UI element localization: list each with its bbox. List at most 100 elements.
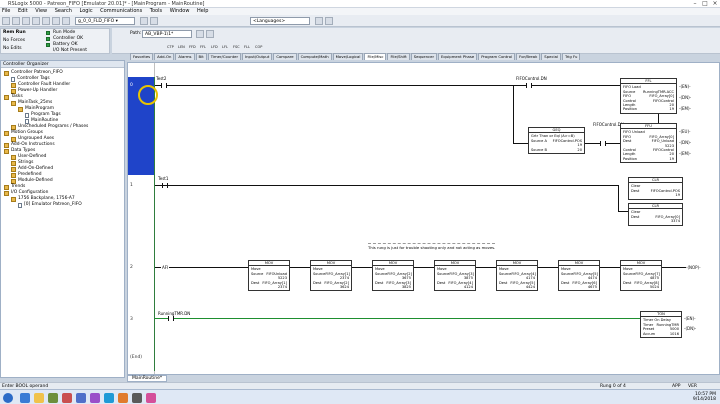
rung-1-xic-tag[interactable]: Test1 [158, 176, 168, 181]
instr-fll[interactable]: FLL [244, 45, 250, 50]
tree-item[interactable]: [0] Emulator Patreon_FIFO [18, 202, 82, 208]
ladder-editor[interactable]: 0 Test2 FIFOControl.DN GEQ Grtr Than or … [127, 62, 720, 375]
rung-0-xic2-contact[interactable] [600, 141, 606, 146]
emulator-icon[interactable] [90, 393, 100, 403]
afi-instruction[interactable]: AFI [161, 265, 170, 270]
paste-icon[interactable] [62, 17, 70, 25]
tab-alarms[interactable]: Alarms [175, 53, 195, 60]
geq-instruction-box[interactable]: GEQ Grtr Than or Eql (A>=B) Source A FIFO… [528, 127, 585, 155]
tab-equipment-phase[interactable]: Equipment Phase [438, 53, 478, 60]
explorer-icon[interactable] [34, 393, 44, 403]
instr-fsc[interactable]: FSC [233, 45, 240, 50]
menu-view[interactable]: View [35, 8, 47, 15]
search-icon[interactable] [315, 17, 323, 25]
language-search-input[interactable]: <Languages> [250, 17, 310, 25]
verify-icon[interactable] [140, 17, 148, 25]
tab-move-logical[interactable]: Move/Logical [332, 53, 364, 60]
rung-0-xio-tag[interactable]: FIFOControl.DN [516, 76, 547, 81]
tab-trig-functions[interactable]: Trig Fu [561, 53, 581, 60]
instr-ffl[interactable]: FFL [200, 45, 206, 50]
new-icon[interactable] [2, 17, 10, 25]
close-button[interactable]: × [710, 0, 720, 7]
ffl-instruction-box[interactable]: FFL FIFO Load Source RunningTMR.ACC FIFO F… [620, 78, 677, 114]
mov-row: 4124 [437, 285, 473, 289]
rslogix-icon[interactable] [104, 393, 114, 403]
maximize-button[interactable]: □ [700, 0, 710, 7]
menu-file[interactable]: File [2, 8, 10, 15]
rung-3-xio-tag[interactable]: RunningTMR.DN [158, 311, 190, 316]
mov-instruction-box[interactable]: MOV Move Source FIFO_Array[4] 4174 Dest FIFO_A… [496, 260, 538, 292]
path-input[interactable]: AB_VBP-1\1* [142, 30, 192, 38]
instr-cop[interactable]: COP [255, 45, 262, 50]
menu-window[interactable]: Window [170, 8, 190, 15]
ffu-dn-coil: -(DN)- [679, 140, 692, 145]
app-red-icon[interactable] [62, 393, 72, 403]
tab-favorites[interactable]: Favorites [130, 53, 154, 60]
minimize-button[interactable]: – [690, 0, 700, 7]
instr-lfl[interactable]: LFL [222, 45, 228, 50]
app-orange-icon[interactable] [118, 393, 128, 403]
mov-instruction-box[interactable]: MOV Move Source FIFOUnload 5223 Dest FIFO_Arra… [248, 260, 290, 292]
open-icon[interactable] [12, 17, 20, 25]
save-icon[interactable] [22, 17, 30, 25]
app-pink-icon[interactable] [146, 393, 156, 403]
instr-ctp[interactable]: CTP [167, 45, 174, 50]
ie-icon[interactable] [20, 393, 30, 403]
copy-icon[interactable] [52, 17, 60, 25]
run-mode-label: Run Mode [53, 30, 76, 35]
routine-select[interactable]: g_0_0_FLD_FIFO ▾ [75, 17, 135, 25]
folder-icon [11, 82, 16, 88]
clr-instruction-box-1[interactable]: CLR Clear Dest FIFOControl.POS 19 [628, 177, 683, 200]
tab-compare[interactable]: Compare [273, 53, 297, 60]
zoom-icon[interactable] [150, 17, 158, 25]
tab-program-control[interactable]: Program Control [478, 53, 516, 60]
tab-file-misc[interactable]: File/Misc [364, 53, 387, 60]
rung-2-number: 2 [130, 265, 133, 270]
doc-icon [18, 202, 22, 208]
tab-sequencer[interactable]: Sequencer [410, 53, 438, 60]
rung-0-xio-contact[interactable] [526, 83, 532, 88]
instr-ffd[interactable]: FFD [189, 45, 196, 50]
mov-instruction-box[interactable]: MOV Move Source FIFO_Array[2] 3675 Dest FIFO_A… [372, 260, 414, 292]
tab-timer-counter[interactable]: Timer/Counter [207, 53, 242, 60]
rung-0-xic-tag[interactable]: Test2 [156, 76, 166, 81]
tab-special[interactable]: Special [541, 53, 561, 60]
nop-coil: -(NOP)- [686, 265, 701, 270]
menu-search[interactable]: Search [55, 8, 72, 15]
system-clock[interactable]: 10:57 PM 9/14/2018 [693, 392, 716, 402]
menu-tools[interactable]: Tools [150, 8, 162, 15]
mov-instruction-box[interactable]: MOV Move Source FIFO_Array[1] 2374 Dest FIFO_A… [310, 260, 352, 292]
mov-instruction-box[interactable]: MOV Move Source FIFO_Array[7] 4875 Dest FIFO_A… [620, 260, 662, 292]
ton-instruction-box[interactable]: TON Timer On Delay Timer RunningTMR Prese… [640, 311, 682, 339]
rung-0-xic-contact[interactable] [161, 83, 167, 88]
mov-row-value: 4675 [587, 285, 597, 290]
menu-logic[interactable]: Logic [80, 8, 93, 15]
tab-compute-math[interactable]: Compute/Math [297, 53, 332, 60]
network-icon[interactable] [206, 30, 214, 38]
tab-input-output[interactable]: Input/Output [242, 53, 273, 60]
instr-len[interactable]: LEN [178, 45, 185, 50]
menu-communications[interactable]: Communications [100, 8, 142, 15]
rslinx-icon[interactable] [76, 393, 86, 403]
tab-for-break[interactable]: For/Break [516, 53, 541, 60]
print-icon[interactable] [32, 17, 40, 25]
tab-add-on[interactable]: Add-On [154, 53, 175, 60]
menu-edit[interactable]: Edit [18, 8, 28, 15]
mov-row-label: Dest [313, 280, 322, 285]
tab-bit[interactable]: Bit [195, 53, 207, 60]
rung-3-xio-contact[interactable] [168, 316, 174, 321]
help-icon[interactable] [325, 17, 333, 25]
app-gray-icon[interactable] [132, 393, 142, 403]
mov-instruction-box[interactable]: MOV Move Source FIFO_Array[3] 3875 Dest FIFO_A… [434, 260, 476, 292]
menu-help[interactable]: Help [197, 8, 208, 15]
tab-file-shift[interactable]: File/Shift [387, 53, 410, 60]
clr-instruction-box-2[interactable]: CLR Clear Dest FIFO_Array[0] 3374 [628, 203, 683, 226]
media-icon[interactable] [48, 393, 58, 403]
mov-instruction-box[interactable]: MOV Move Source FIFO_Array[5] 4474 Dest FIFO_A… [558, 260, 600, 292]
go-online-icon[interactable] [196, 30, 204, 38]
instr-lfd[interactable]: LFD [211, 45, 218, 50]
routine-tab[interactable]: MainRoutine* [127, 375, 168, 382]
cut-icon[interactable] [42, 17, 50, 25]
ffu-instruction-box[interactable]: FFU FIFO Unload FIFO FIFO_Array[0] Dest FI… [620, 123, 677, 164]
start-icon[interactable] [3, 393, 13, 403]
